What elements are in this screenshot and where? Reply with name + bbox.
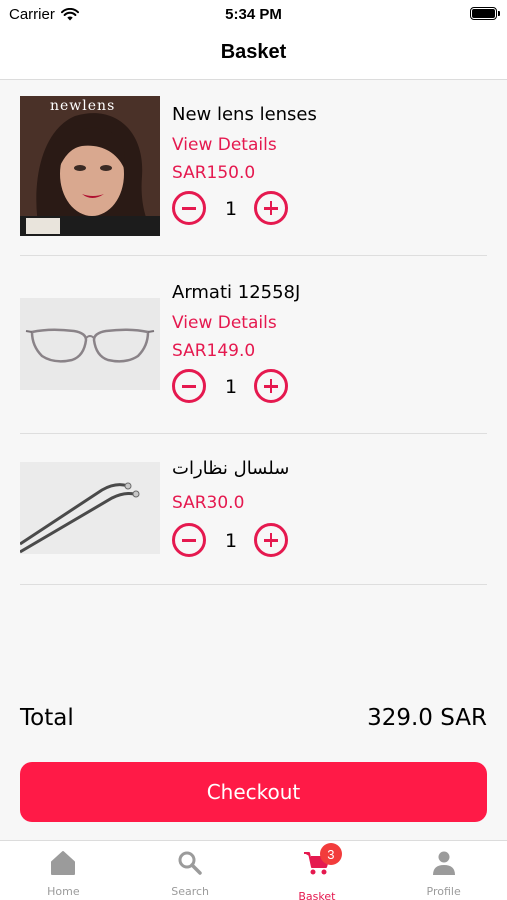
item-price: SAR150.0 [172, 163, 256, 183]
item-info: سلسال نظارات SAR30.0 1 [172, 458, 292, 559]
total-label: Total [20, 705, 74, 731]
decrease-quantity-button[interactable] [172, 369, 206, 403]
decrease-quantity-button[interactable] [172, 191, 206, 225]
item-info: New lens lenses View Details SAR150.0 1 [172, 104, 317, 227]
tab-search[interactable]: Search [127, 841, 254, 900]
quantity-value: 1 [224, 198, 238, 220]
quantity-value: 1 [224, 376, 238, 398]
person-icon [432, 851, 455, 875]
total-value: 329.0 SAR [367, 705, 487, 731]
view-details-link[interactable]: View Details [172, 313, 300, 333]
nav-bar: Basket [0, 30, 507, 80]
item-info: Armati 12558J View Details SAR149.0 1 [172, 282, 300, 405]
quantity-stepper: 1 [172, 523, 292, 559]
checkout-button[interactable]: Checkout [20, 762, 487, 822]
view-details-link[interactable]: View Details [172, 135, 317, 155]
product-image[interactable]: newlens [20, 96, 160, 236]
battery-icon [470, 7, 500, 20]
tab-basket[interactable]: 3 Basket [254, 841, 381, 900]
item-name: سلسال نظارات [172, 458, 290, 479]
item-price: SAR149.0 [172, 341, 256, 361]
status-bar: Carrier 5:34 PM [0, 0, 507, 30]
increase-quantity-button[interactable] [254, 191, 288, 225]
home-icon [51, 851, 76, 875]
item-name: Armati 12558J [172, 282, 301, 303]
lens-box-brand: newlens [50, 98, 116, 114]
checkout-label: Checkout [206, 780, 301, 804]
tab-label: Profile [426, 885, 461, 898]
tab-label: Search [171, 885, 210, 898]
basket-item: newlens New lens lenses View Details SAR… [20, 96, 487, 256]
quantity-stepper: 1 [172, 191, 292, 227]
basket-item: سلسال نظارات SAR30.0 1 [20, 434, 487, 585]
cart-count-badge: 3 [319, 843, 342, 865]
eyeglasses-image [20, 298, 160, 390]
tab-home[interactable]: Home [0, 841, 127, 900]
tab-profile[interactable]: Profile [380, 841, 507, 900]
woman-portrait-image [20, 96, 160, 236]
quantity-value: 1 [224, 530, 238, 552]
decrease-quantity-button[interactable] [172, 523, 206, 557]
item-name: New lens lenses [172, 104, 317, 125]
status-time: 5:34 PM [225, 6, 282, 23]
product-image[interactable] [20, 298, 160, 390]
item-price: SAR30.0 [172, 493, 245, 513]
product-image[interactable] [20, 462, 160, 554]
increase-quantity-button[interactable] [254, 369, 288, 403]
quantity-stepper: 1 [172, 369, 292, 405]
page-title: Basket [220, 41, 287, 63]
tab-label: Home [47, 885, 80, 898]
search-icon [178, 851, 202, 875]
glasses-chain-image [20, 462, 160, 554]
tab-label: Basket [298, 890, 336, 900]
increase-quantity-button[interactable] [254, 523, 288, 557]
tab-bar: Home Search 3 Basket Profile [0, 840, 507, 900]
basket-item: Armati 12558J View Details SAR149.0 1 [20, 256, 487, 434]
